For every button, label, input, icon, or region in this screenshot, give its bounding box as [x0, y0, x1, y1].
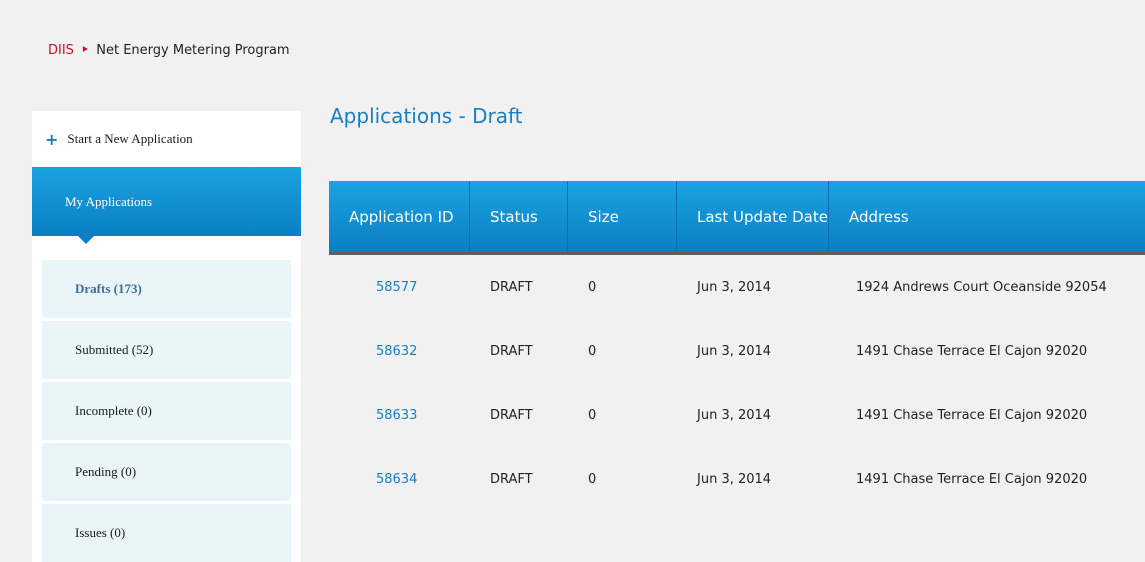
start-new-application-button[interactable]: + Start a New Application	[32, 111, 301, 167]
last-update-date-cell: Jun 3, 2014	[697, 471, 772, 487]
sidebar-item-incomplete[interactable]: Incomplete (0)	[42, 382, 291, 440]
last-update-date-cell: Jun 3, 2014	[697, 407, 772, 423]
column-header-application-id[interactable]: Application ID	[329, 181, 470, 252]
sidebar-item-label: Pending (0)	[75, 464, 137, 479]
last-update-date-cell: Jun 3, 2014	[697, 343, 772, 359]
sidebar-item-issues[interactable]: Issues (0)	[42, 504, 291, 562]
sidebar-item-submitted[interactable]: Submitted (52)	[42, 321, 291, 379]
applications-table: Application ID Status Size Last Update D…	[329, 181, 1145, 511]
sidebar-item-label: Incomplete (0)	[75, 403, 152, 418]
application-id-link[interactable]: 58577	[376, 280, 417, 295]
breadcrumb-separator-icon: ‣	[80, 43, 90, 58]
table-row: 58633 DRAFT 0 Jun 3, 2014 1491 Chase Ter…	[329, 383, 1145, 447]
address-cell: 1491 Chase Terrace El Cajon 92020	[856, 471, 1088, 487]
breadcrumb-root[interactable]: DIIS	[48, 43, 74, 58]
address-cell: 1491 Chase Terrace El Cajon 92020	[856, 343, 1088, 359]
application-id-cell: 58634	[329, 472, 470, 487]
last-update-date-cell: Jun 3, 2014	[697, 279, 772, 295]
sidebar-item-label: Drafts (173)	[75, 281, 142, 296]
sidebar-item-label: Issues (0)	[75, 525, 126, 540]
breadcrumb-current: Net Energy Metering Program	[96, 43, 290, 58]
page-title: Applications - Draft	[330, 104, 523, 128]
application-id-cell: 58577	[329, 280, 470, 295]
sidebar: + Start a New Application My Application…	[32, 111, 301, 562]
status-cell: DRAFT	[490, 407, 533, 423]
application-id-link[interactable]: 58632	[376, 344, 417, 359]
sidebar-item-drafts[interactable]: Drafts (173)	[42, 260, 291, 318]
sidebar-item-label: Submitted (52)	[75, 342, 154, 357]
status-cell: DRAFT	[490, 343, 533, 359]
plus-icon: +	[45, 129, 59, 149]
column-header-status[interactable]: Status	[470, 181, 568, 252]
application-id-cell: 58633	[329, 408, 470, 423]
application-id-cell: 58632	[329, 344, 470, 359]
application-id-link[interactable]: 58633	[376, 408, 417, 423]
sidebar-item-pending[interactable]: Pending (0)	[42, 443, 291, 501]
size-cell: 0	[588, 343, 597, 359]
size-cell: 0	[588, 407, 597, 423]
status-cell: DRAFT	[490, 471, 533, 487]
size-cell: 0	[588, 279, 597, 295]
column-header-address[interactable]: Address	[829, 181, 1145, 252]
my-applications-header[interactable]: My Applications	[32, 167, 301, 236]
column-header-last-update-date[interactable]: Last Update Date	[677, 181, 829, 252]
size-cell: 0	[588, 471, 597, 487]
table-row: 58634 DRAFT 0 Jun 3, 2014 1491 Chase Ter…	[329, 447, 1145, 511]
application-id-link[interactable]: 58634	[376, 472, 417, 487]
my-applications-pointer	[32, 236, 301, 260]
table-row: 58577 DRAFT 0 Jun 3, 2014 1924 Andrews C…	[329, 255, 1145, 319]
my-applications-label: My Applications	[65, 194, 153, 209]
status-filter-list: Drafts (173) Submitted (52) Incomplete (…	[32, 260, 301, 562]
start-new-application-label: Start a New Application	[67, 131, 193, 146]
status-cell: DRAFT	[490, 279, 533, 295]
table-row: 58632 DRAFT 0 Jun 3, 2014 1491 Chase Ter…	[329, 319, 1145, 383]
column-header-size[interactable]: Size	[568, 181, 677, 252]
breadcrumb: DIIS ‣ Net Energy Metering Program	[48, 43, 290, 58]
pointer-arrow-icon	[78, 236, 94, 244]
address-cell: 1491 Chase Terrace El Cajon 92020	[856, 407, 1088, 423]
address-cell: 1924 Andrews Court Oceanside 92054	[856, 279, 1107, 295]
table-header: Application ID Status Size Last Update D…	[329, 181, 1145, 255]
